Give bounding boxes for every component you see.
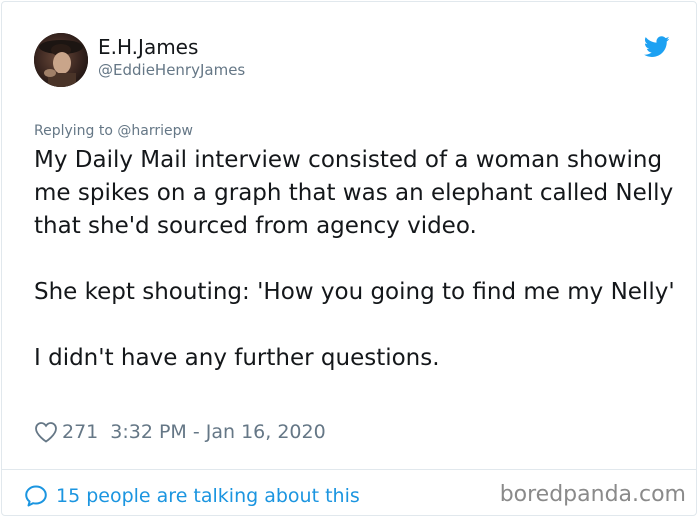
speech-bubble-icon xyxy=(25,485,47,507)
tweet-timestamp[interactable]: 3:32 PM - Jan 16, 2020 xyxy=(110,421,325,443)
watermark: boredpanda.com xyxy=(499,482,686,507)
replying-to-label[interactable]: Replying to @harriepw xyxy=(34,123,193,139)
tweet-paragraph: My Daily Mail interview consisted of a w… xyxy=(34,147,674,239)
tweet-card: E.H.James @EddieHenryJames Replying to @… xyxy=(1,1,697,516)
avatar-image xyxy=(34,33,88,87)
divider xyxy=(2,469,696,470)
tweet-paragraph: I didn't have any further questions. xyxy=(34,345,440,371)
tweet-meta: 271 3:32 PM - Jan 16, 2020 xyxy=(34,419,326,445)
like-count[interactable]: 271 xyxy=(62,421,98,443)
twitter-bird-icon[interactable] xyxy=(644,36,670,58)
tweet-body: My Daily Mail interview consisted of a w… xyxy=(34,144,684,375)
author-handle[interactable]: @EddieHenryJames xyxy=(98,61,245,79)
heart-icon[interactable] xyxy=(34,421,58,443)
author-display-name[interactable]: E.H.James xyxy=(98,35,198,59)
avatar[interactable] xyxy=(34,33,88,87)
tweet-paragraph: She kept shouting: 'How you going to fin… xyxy=(34,279,675,305)
conversation-link[interactable]: 15 people are talking about this xyxy=(24,482,360,510)
conversation-link-label[interactable]: 15 people are talking about this xyxy=(56,485,360,507)
